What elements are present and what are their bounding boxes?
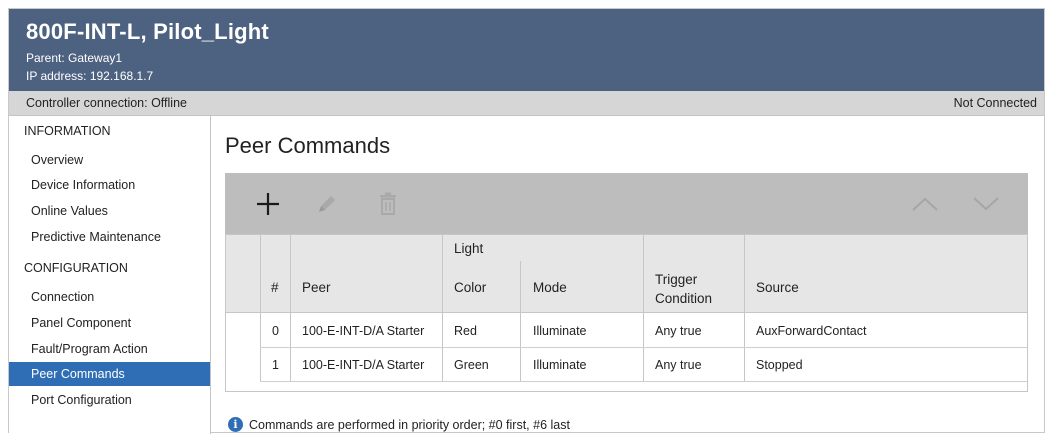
parent-label: Parent: Gateway1 <box>26 51 123 65</box>
row-source: Stopped <box>756 358 803 372</box>
delete-icon[interactable] <box>373 189 403 219</box>
column-header-mode[interactable]: Mode <box>533 280 567 295</box>
row-mode: Illuminate <box>533 324 587 338</box>
column-header-number[interactable]: # <box>271 280 279 295</box>
sidebar-section-configuration: CONFIGURATION <box>24 261 128 275</box>
sidebar-nav: INFORMATION Overview Device Information … <box>9 116 211 434</box>
row-selector[interactable] <box>226 348 260 382</box>
row-peer: 100-E-INT-D/A Starter <box>302 358 425 372</box>
sidebar-item-fault-program-action[interactable]: Fault/Program Action <box>9 337 210 361</box>
status-bar: Controller connection: Offline Not Conne… <box>9 91 1044 116</box>
main-panel: Peer Commands Light # Peer Color Mode Tr… <box>212 116 1046 434</box>
move-down-icon[interactable] <box>971 189 1001 219</box>
row-selector[interactable] <box>226 314 260 348</box>
row-color: Red <box>454 324 477 338</box>
info-icon: i <box>228 417 243 432</box>
device-title: 800F-INT-L, Pilot_Light <box>26 19 269 44</box>
sidebar-item-device-information[interactable]: Device Information <box>9 173 210 197</box>
priority-note-text: Commands are performed in priority order… <box>249 417 570 432</box>
connection-state: Not Connected <box>953 96 1037 110</box>
column-header-color[interactable]: Color <box>454 280 486 295</box>
sidebar-item-connection[interactable]: Connection <box>9 285 210 309</box>
sidebar-section-information: INFORMATION <box>24 124 111 138</box>
row-source: AuxForwardContact <box>756 324 867 338</box>
row-trigger: Any true <box>655 324 702 338</box>
column-header-peer[interactable]: Peer <box>302 280 331 295</box>
page-title: Peer Commands <box>225 133 391 158</box>
sidebar-item-panel-component[interactable]: Panel Component <box>9 311 210 335</box>
sidebar-item-peer-commands[interactable]: Peer Commands <box>9 362 210 386</box>
sidebar-item-online-values[interactable]: Online Values <box>9 199 210 223</box>
row-number: 1 <box>272 358 279 372</box>
table-row[interactable]: 1 100-E-INT-D/A Starter Green Illuminate… <box>226 348 1027 382</box>
move-up-icon[interactable] <box>910 189 940 219</box>
device-window: 800F-INT-L, Pilot_Light Parent: Gateway1… <box>8 8 1046 434</box>
peer-commands-table: Light # Peer Color Mode Trigger Conditio… <box>225 234 1028 392</box>
device-header: 800F-INT-L, Pilot_Light Parent: Gateway1… <box>9 9 1044 91</box>
ip-address-label: IP address: 192.168.1.7 <box>26 69 154 83</box>
row-peer: 100-E-INT-D/A Starter <box>302 324 425 338</box>
sidebar-item-port-configuration[interactable]: Port Configuration <box>9 388 210 412</box>
column-header-trigger-condition[interactable]: Trigger Condition <box>655 270 712 308</box>
table-header <box>226 235 1027 313</box>
column-group-light: Light <box>454 241 484 256</box>
controller-connection-status: Controller connection: Offline <box>26 96 187 110</box>
priority-note: i Commands are performed in priority ord… <box>228 417 570 432</box>
sidebar-item-overview[interactable]: Overview <box>9 148 210 172</box>
row-mode: Illuminate <box>533 358 587 372</box>
row-color: Green <box>454 358 489 372</box>
row-number: 0 <box>272 324 279 338</box>
column-header-source[interactable]: Source <box>756 280 799 295</box>
edit-icon[interactable] <box>312 189 342 219</box>
row-trigger: Any true <box>655 358 702 372</box>
table-row[interactable]: 0 100-E-INT-D/A Starter Red Illuminate A… <box>226 314 1027 348</box>
add-icon[interactable] <box>253 189 283 219</box>
sidebar-item-predictive-maintenance[interactable]: Predictive Maintenance <box>9 225 210 249</box>
table-toolbar <box>225 173 1028 234</box>
